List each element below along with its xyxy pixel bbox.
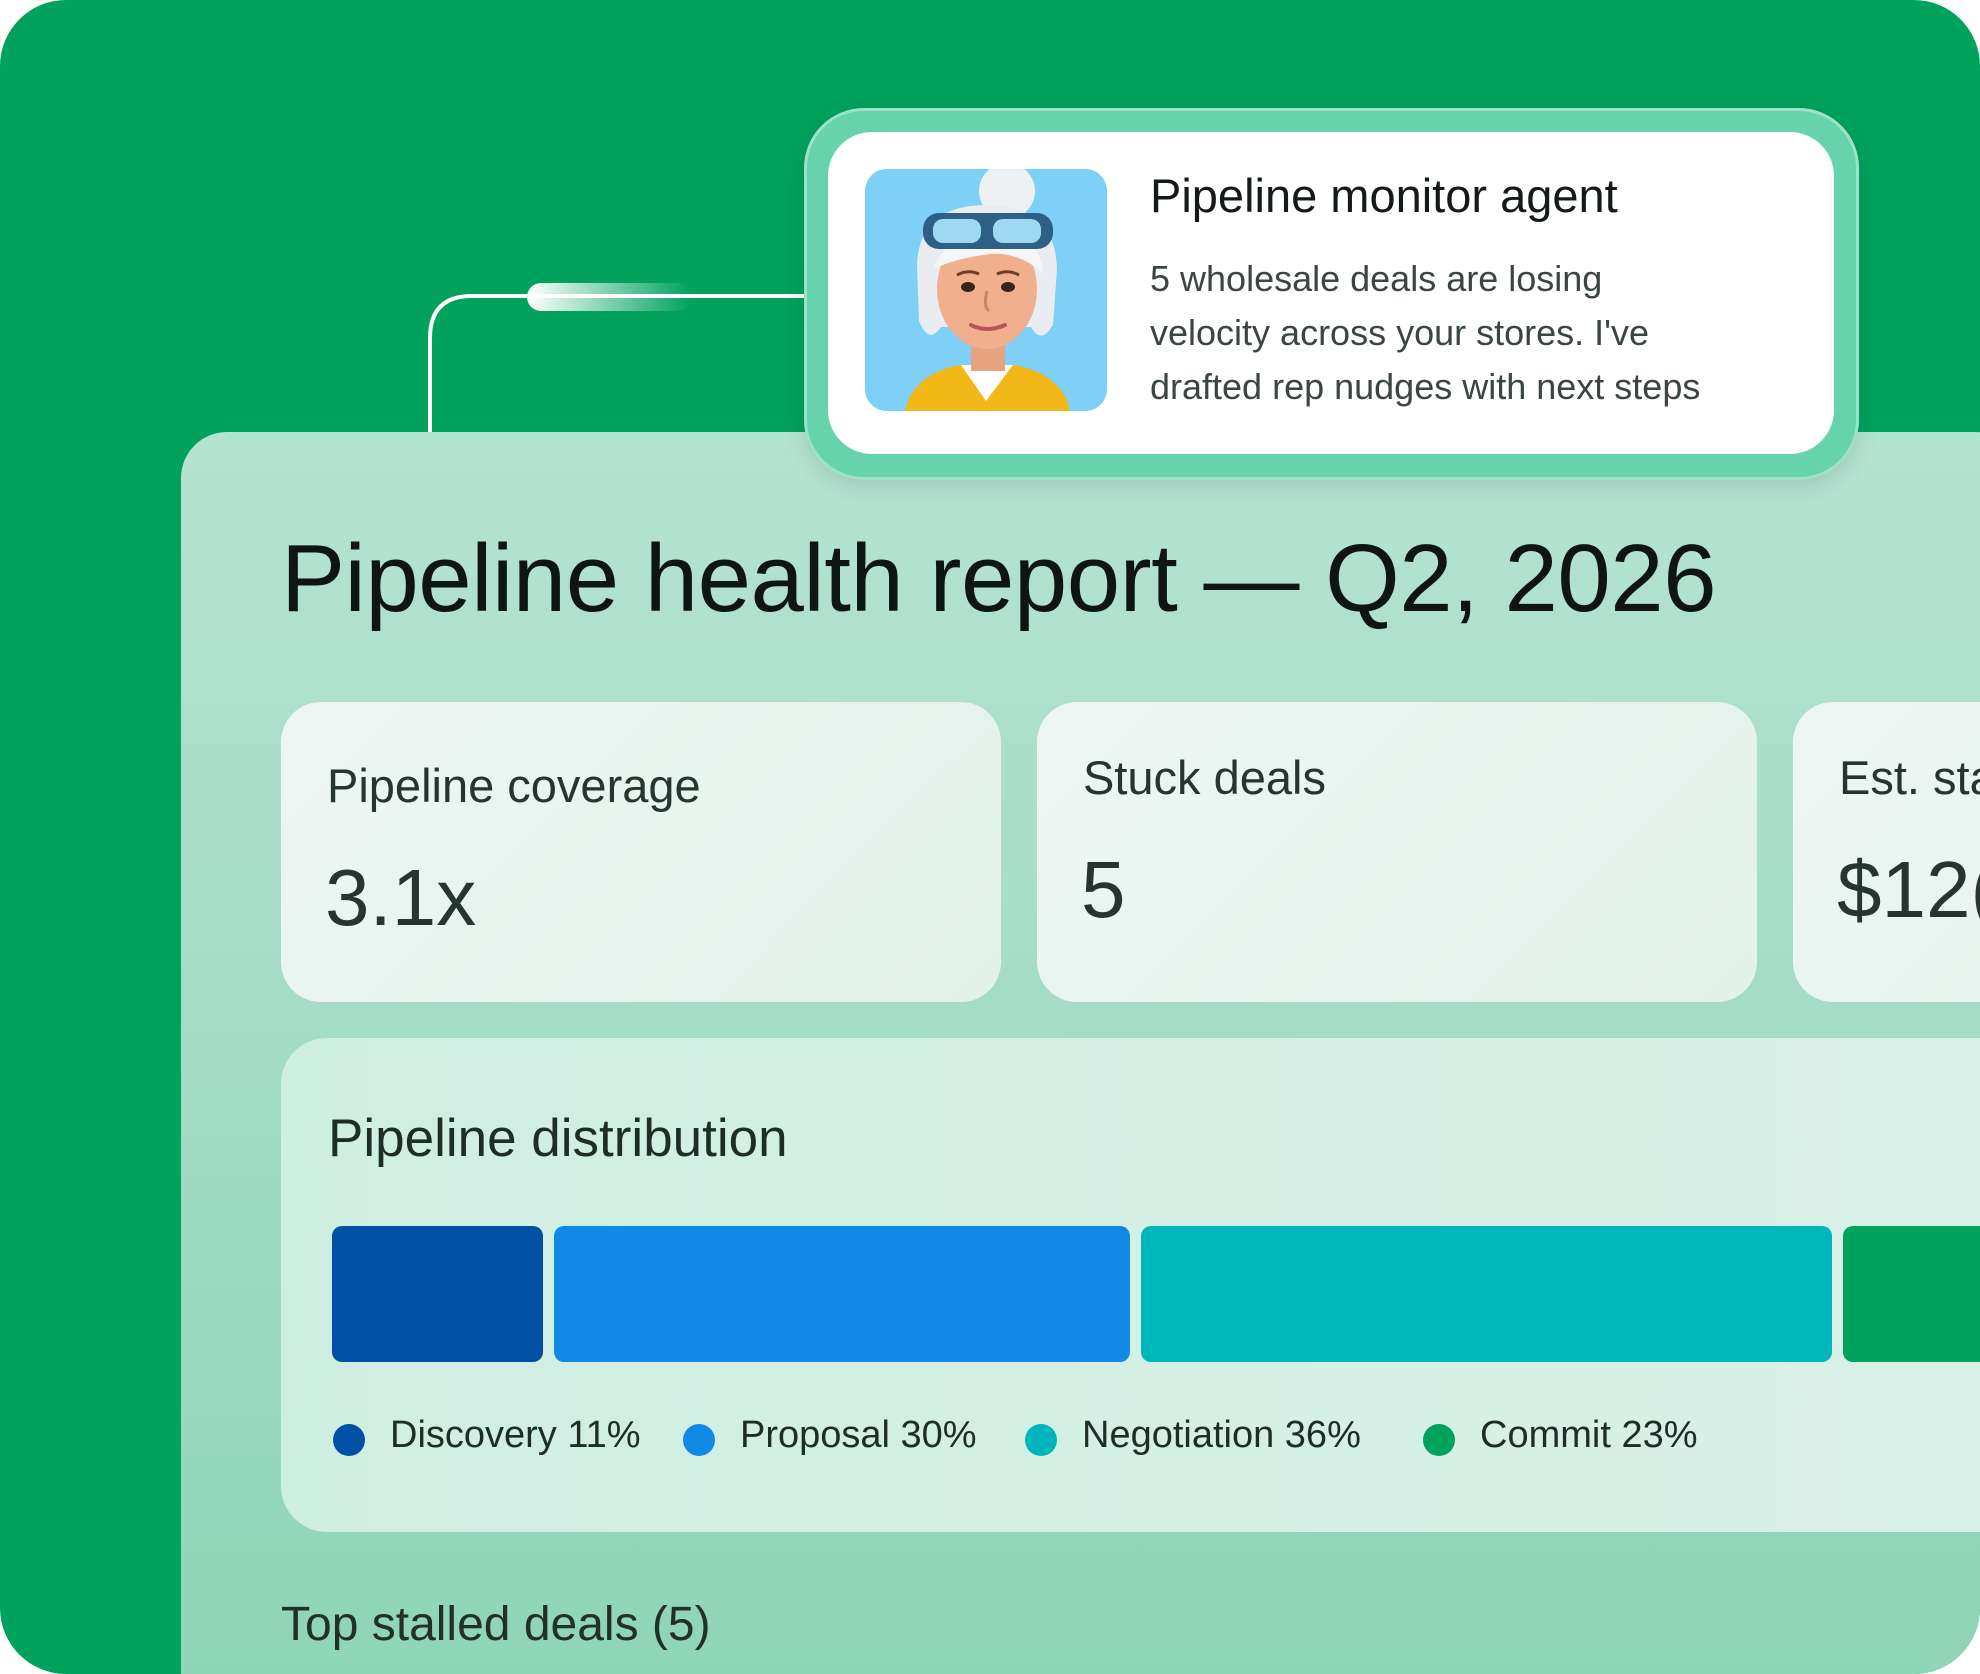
- stalled-deals-heading: Top stalled deals (5): [281, 1598, 711, 1651]
- legend-dot-icon: [1025, 1424, 1057, 1456]
- agent-message-line: velocity across your stores. I've: [1150, 312, 1650, 353]
- distribution-segment-proposal[interactable]: [554, 1226, 1131, 1362]
- metric-value: 5: [1081, 845, 1126, 934]
- metric-value: 3.1x: [325, 853, 477, 942]
- metric-card-stuck-deals[interactable]: Stuck deals 5: [1037, 702, 1757, 1002]
- legend-dot-icon: [333, 1424, 365, 1456]
- metric-label: Stuck deals: [1083, 751, 1326, 804]
- distribution-title: Pipeline distribution: [328, 1109, 788, 1168]
- legend-dot-icon: [683, 1424, 715, 1456]
- report-title: Pipeline health report — Q2, 2026: [281, 525, 1717, 632]
- legend-label: Discovery 11%: [390, 1414, 641, 1456]
- agent-message-line: drafted rep nudges with next steps: [1150, 366, 1701, 407]
- canvas: Pipeline health report — Q2, 2026 Pipeli…: [0, 0, 1980, 1674]
- metric-card-est-stalled-value[interactable]: Est. sta $12(: [1793, 702, 1980, 1002]
- agent-notification[interactable]: Pipeline monitor agent 5 wholesale deals…: [804, 108, 1859, 480]
- agent-message-line: 5 wholesale deals are losing: [1150, 258, 1603, 299]
- legend-label: Proposal 30%: [740, 1414, 977, 1456]
- distribution-segment-negotiation[interactable]: [1141, 1226, 1833, 1362]
- metric-label: Est. sta: [1839, 751, 1980, 804]
- legend-label: Negotiation 36%: [1082, 1414, 1361, 1456]
- distribution-segment-commit[interactable]: [1843, 1226, 1980, 1362]
- legend-dot-icon: [1423, 1424, 1455, 1456]
- distribution-segment-discovery[interactable]: [332, 1226, 544, 1362]
- report-card: Pipeline health report — Q2, 2026 Pipeli…: [181, 432, 1980, 1674]
- agent-title: Pipeline monitor agent: [1150, 169, 1618, 222]
- metric-value: $12(: [1837, 845, 1980, 934]
- pipeline-distribution-card: Pipeline distribution Discovery 11% Propo…: [281, 1038, 1980, 1532]
- metric-card-pipeline-coverage[interactable]: Pipeline coverage 3.1x: [281, 702, 1001, 1002]
- agent-card[interactable]: Pipeline monitor agent 5 wholesale deals…: [828, 132, 1834, 454]
- agent-avatar-icon: [865, 169, 1107, 411]
- metric-label: Pipeline coverage: [327, 759, 701, 812]
- distribution-bar: [332, 1226, 1980, 1362]
- legend-label: Commit 23%: [1480, 1414, 1698, 1456]
